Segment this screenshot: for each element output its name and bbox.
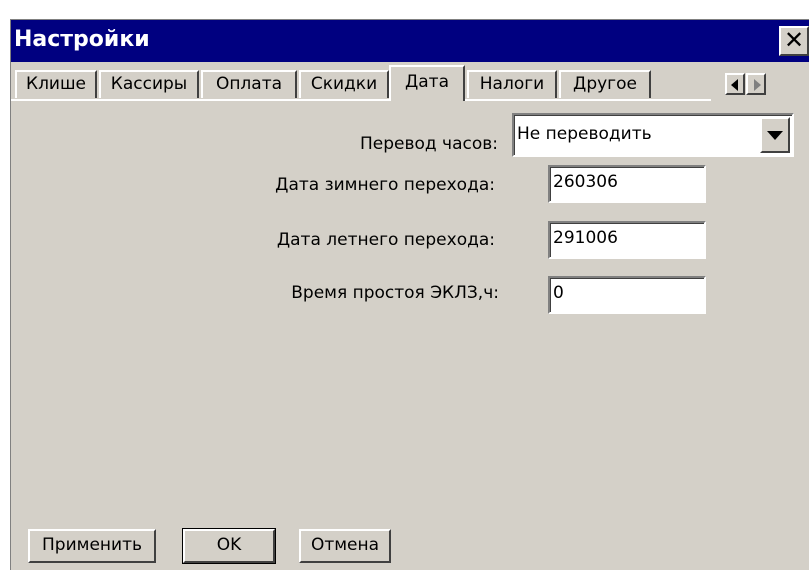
window-title: Настройки	[14, 27, 150, 52]
idle-time-input[interactable]: 0	[548, 276, 706, 314]
tab-scroll-buttons	[725, 73, 767, 95]
arrow-right-icon	[754, 79, 761, 91]
tab-scroll-left-button[interactable]	[725, 73, 745, 95]
close-button[interactable]: ✕	[779, 26, 809, 56]
ok-button[interactable]: OK	[182, 528, 276, 564]
tab-oplata[interactable]: Оплата	[201, 70, 297, 98]
tab-strip: Клише Кассиры Оплата Скидки Дата Налоги …	[11, 62, 809, 102]
close-icon: ✕	[783, 26, 805, 54]
winter-date-label: Дата зимнего перехода:	[275, 175, 495, 195]
chevron-down-icon	[767, 131, 783, 140]
tab-skidki[interactable]: Скидки	[299, 70, 389, 98]
settings-window: Настройки ✕ Клише Кассиры Оплата Скидки …	[10, 19, 809, 570]
tab-kassiry[interactable]: Кассиры	[99, 70, 199, 98]
idle-time-label: Время простоя ЭКЛЗ,ч:	[291, 283, 499, 303]
tab-data[interactable]: Дата	[389, 65, 465, 101]
clock-change-select[interactable]: Не переводить	[512, 113, 794, 157]
winter-date-input[interactable]: 260306	[548, 165, 706, 203]
clock-change-dropdown-button[interactable]	[760, 117, 790, 153]
tab-klishe[interactable]: Клише	[15, 70, 97, 98]
tab-nalogi[interactable]: Налоги	[467, 70, 557, 98]
title-bar[interactable]: Настройки ✕	[11, 20, 809, 62]
cancel-button[interactable]: Отмена	[299, 529, 391, 563]
tab-scroll-right-button[interactable]	[746, 73, 766, 95]
arrow-left-icon	[731, 79, 738, 91]
apply-button[interactable]: Применить	[28, 529, 156, 563]
summer-date-input[interactable]: 291006	[548, 221, 706, 259]
summer-date-label: Дата летнего перехода:	[276, 230, 495, 250]
clock-change-label: Перевод часов:	[359, 134, 498, 154]
tab-baseline	[11, 99, 711, 101]
clock-change-value: Не переводить	[517, 124, 652, 144]
tab-drugoe[interactable]: Другое	[559, 70, 651, 98]
